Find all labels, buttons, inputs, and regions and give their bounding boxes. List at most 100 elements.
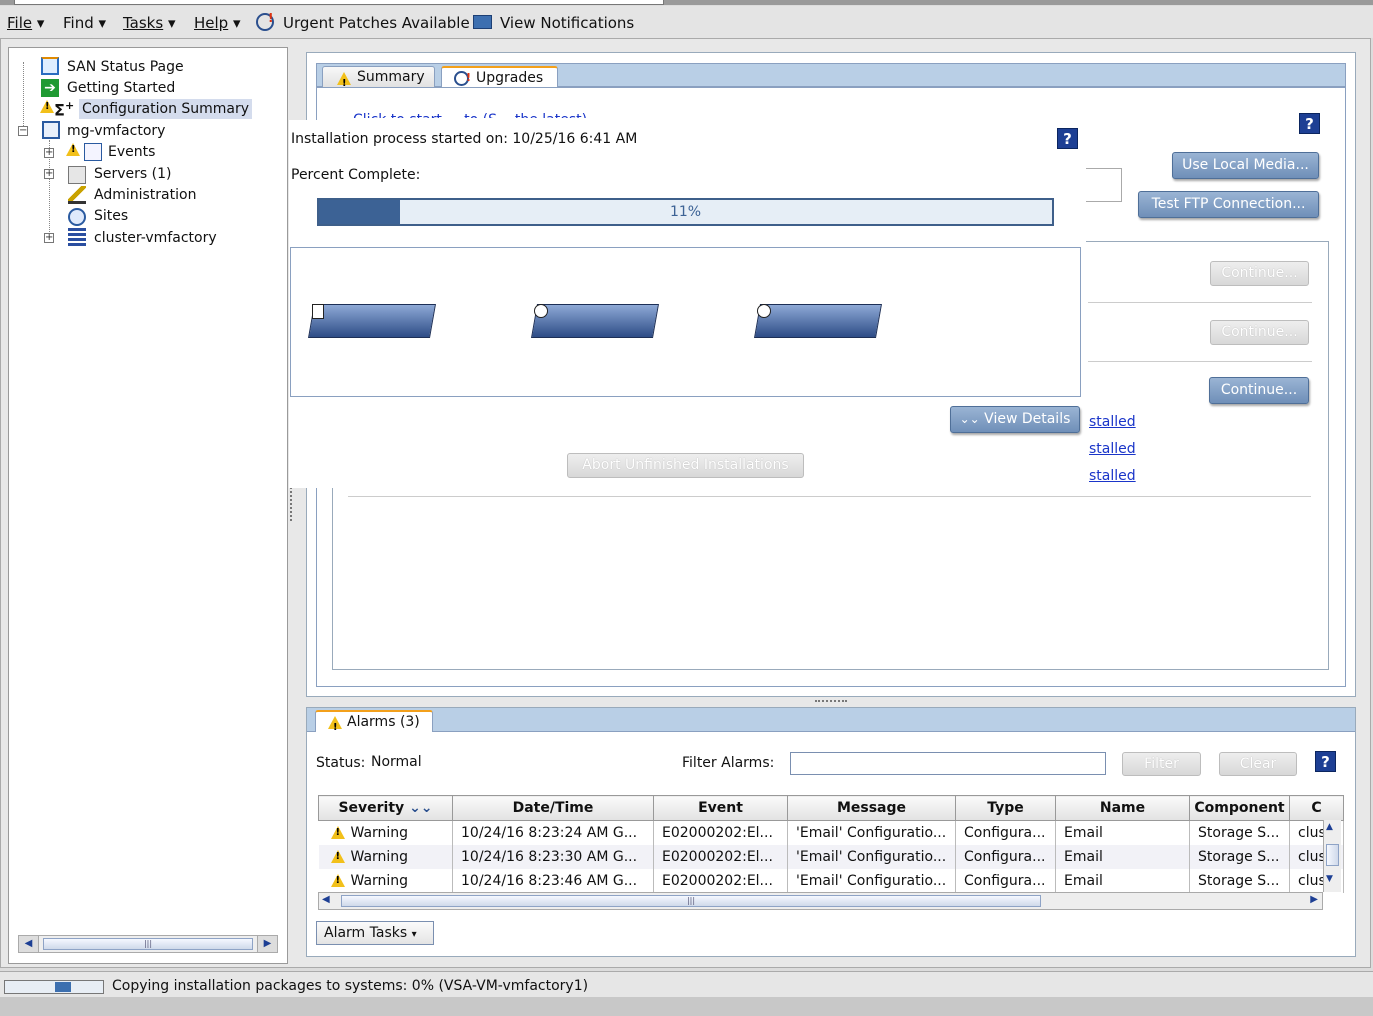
table-row[interactable]: Warning 10/24/16 8:23:24 AM G... E020002… xyxy=(318,820,1344,845)
menu-file[interactable]: File ▾ xyxy=(7,14,44,32)
installation-progress-dialog: Installation process started on: 10/25/1… xyxy=(289,120,1086,488)
column-message[interactable]: Message xyxy=(787,795,956,821)
warning-icon xyxy=(330,874,345,887)
alarms-horizontal-scrollbar[interactable]: ◀ ||| ▶ xyxy=(318,892,1323,910)
abort-installations-button[interactable]: Abort Unfinished Installations xyxy=(567,453,804,478)
scroll-thumb[interactable]: ||| xyxy=(341,895,1041,907)
upgrades-help-icon[interactable]: ? xyxy=(1299,113,1320,134)
table-row[interactable]: Warning 10/24/16 8:23:30 AM G... E020002… xyxy=(318,844,1344,869)
tree-sites[interactable]: Sites xyxy=(94,206,128,226)
scroll-thumb[interactable]: ||| xyxy=(43,938,253,950)
scroll-down-icon[interactable]: ▼ xyxy=(1326,874,1333,884)
sigma-icon: Σ+ xyxy=(54,99,75,120)
continue-button-1[interactable]: Continue... xyxy=(1210,261,1309,286)
stopwatch-icon xyxy=(534,304,548,318)
installed-link-2[interactable]: stalled xyxy=(1089,441,1136,457)
scroll-left-icon[interactable]: ◀ xyxy=(322,894,330,905)
column-c[interactable]: C xyxy=(1289,795,1344,821)
warning-icon xyxy=(40,100,54,113)
menu-tasks[interactable]: Tasks ▾ xyxy=(123,14,176,32)
upgrades-start-link-clipped[interactable]: Click to start ... to (S... the latest) xyxy=(353,110,833,118)
bottom-edge xyxy=(0,997,1373,1016)
scroll-right-icon[interactable]: ▶ xyxy=(257,936,277,952)
stopwatch-icon xyxy=(757,304,771,318)
tree-getting-started[interactable]: Getting Started xyxy=(67,78,175,98)
table-row[interactable]: Warning 10/24/16 8:23:46 AM G... E020002… xyxy=(318,868,1344,893)
expand-icon[interactable]: + xyxy=(44,148,54,158)
tree-horizontal-scrollbar[interactable]: ◀ ||| ▶ xyxy=(18,935,278,953)
progress-percent-text: 11% xyxy=(669,204,702,220)
component-cell: Storage S... xyxy=(1189,844,1290,869)
tab-alarms[interactable]: Alarms (3) xyxy=(315,710,433,738)
media-path-field[interactable] xyxy=(1086,168,1122,202)
tree-servers[interactable]: Servers (1) xyxy=(94,164,172,184)
column-event[interactable]: Event xyxy=(653,795,788,821)
sort-descending-icon: ⌄⌄ xyxy=(409,800,433,816)
view-details-button[interactable]: ⌄⌄ View Details xyxy=(950,406,1080,433)
tree-events[interactable]: Events xyxy=(108,142,155,162)
column-component[interactable]: Component xyxy=(1189,795,1290,821)
event-cell: E02000202:El... xyxy=(653,868,788,893)
filter-button[interactable]: Filter xyxy=(1122,752,1201,776)
storage-server-icon xyxy=(754,304,882,338)
warning-icon xyxy=(328,716,342,738)
view-notifications-link[interactable]: View Notifications xyxy=(500,14,634,32)
installed-link-3[interactable]: stalled xyxy=(1089,468,1136,484)
tab-alarms-label: Alarms (3) xyxy=(347,714,420,730)
warning-icon xyxy=(66,143,80,156)
warning-icon xyxy=(337,72,351,94)
urgent-patches-link[interactable]: Urgent Patches Available xyxy=(283,14,470,32)
tree-line-root xyxy=(23,62,24,130)
tree-mg-vmfactory[interactable]: mg-vmfactory xyxy=(67,121,165,141)
scroll-thumb[interactable] xyxy=(1326,844,1339,866)
severity-cell: Warning xyxy=(318,820,453,845)
date-time-cell: 10/24/16 8:23:30 AM G... xyxy=(452,844,654,869)
installation-started-text: Installation process started on: 10/25/1… xyxy=(291,131,638,147)
name-cell: Email xyxy=(1055,868,1190,893)
installation-help-icon[interactable]: ? xyxy=(1057,128,1078,149)
menu-help[interactable]: Help ▾ xyxy=(194,14,241,32)
systems-preview-box xyxy=(290,247,1081,397)
tree-cluster-vmfactory[interactable]: cluster-vmfactory xyxy=(94,228,217,248)
tree-configuration-summary[interactable]: Configuration Summary xyxy=(79,99,253,119)
column-date-time[interactable]: Date/Time xyxy=(452,795,654,821)
menu-find[interactable]: Find ▾ xyxy=(63,14,106,32)
test-ftp-connection-button[interactable]: Test FTP Connection... xyxy=(1138,191,1319,218)
horizontal-splitter-handle[interactable] xyxy=(815,700,847,704)
continue-button-2[interactable]: Continue... xyxy=(1210,320,1309,345)
event-cell: E02000202:El... xyxy=(653,820,788,845)
document-icon xyxy=(312,304,324,319)
status-progress-indicator xyxy=(55,982,71,992)
tab-summary[interactable]: Summary xyxy=(322,66,435,94)
alarms-vertical-scrollbar[interactable]: ▲ ▼ xyxy=(1323,820,1341,892)
use-local-media-button[interactable]: Use Local Media... xyxy=(1172,152,1319,179)
scroll-right-icon[interactable]: ▶ xyxy=(1310,894,1318,905)
arrow-right-icon: ➔ xyxy=(41,79,59,97)
collapse-icon[interactable]: − xyxy=(18,126,28,136)
tree-san-status-page[interactable]: SAN Status Page xyxy=(67,57,184,77)
installed-link-1[interactable]: stalled xyxy=(1089,414,1136,430)
scroll-up-icon[interactable]: ▲ xyxy=(1326,822,1333,832)
divider xyxy=(1088,302,1312,303)
administration-icon xyxy=(68,186,86,204)
warning-icon xyxy=(330,850,345,863)
tree-administration[interactable]: Administration xyxy=(94,185,196,205)
clear-button[interactable]: Clear xyxy=(1219,752,1297,776)
column-type[interactable]: Type xyxy=(955,795,1056,821)
column-name[interactable]: Name xyxy=(1055,795,1190,821)
filter-alarms-input[interactable] xyxy=(790,752,1106,775)
alarm-tasks-button[interactable]: Alarm Tasks ▾ xyxy=(316,921,434,945)
scroll-left-icon[interactable]: ◀ xyxy=(19,936,39,952)
divider xyxy=(348,496,1311,497)
status-text: Copying installation packages to systems… xyxy=(112,978,589,994)
alarms-help-icon[interactable]: ? xyxy=(1315,751,1336,772)
tab-upgrades[interactable]: ! Upgrades xyxy=(441,66,558,88)
expand-icon[interactable]: + xyxy=(44,233,54,243)
menu-bar: File ▾ Find ▾ Tasks ▾ Help ▾ ! Urgent Pa… xyxy=(0,6,1373,38)
vertical-splitter-handle[interactable] xyxy=(290,487,294,521)
expand-icon[interactable]: + xyxy=(44,169,54,179)
events-list-icon xyxy=(84,143,102,161)
continue-button-3[interactable]: Continue... xyxy=(1209,377,1309,404)
message-cell: 'Email' Configuratio... xyxy=(787,844,956,869)
column-severity[interactable]: Severity ⌄⌄ xyxy=(318,795,453,821)
